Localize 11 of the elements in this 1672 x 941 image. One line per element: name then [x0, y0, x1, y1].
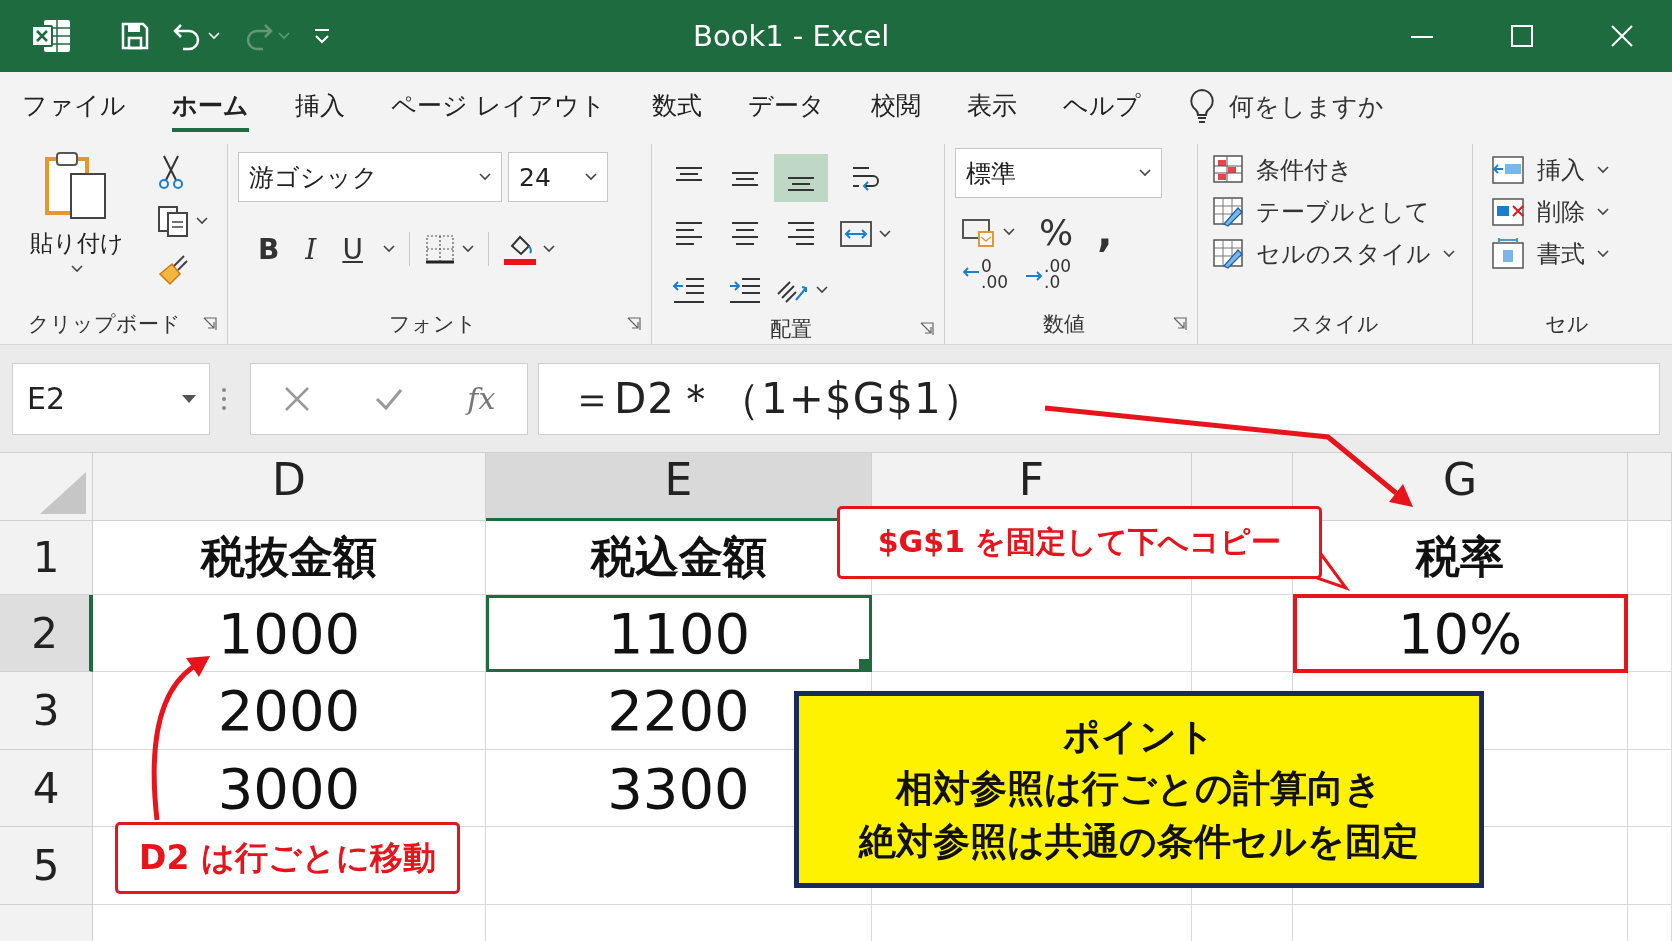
- note-text: 相対参照は行ごとの計算向き: [896, 768, 1382, 811]
- group-label: クリップボード: [27, 311, 182, 338]
- group-label: フォント: [387, 311, 478, 338]
- group-label: 数値: [1042, 311, 1086, 338]
- group-label: スタイル: [1290, 311, 1380, 338]
- callout-tooltip: $G$1 を固定して下へコピー: [837, 506, 1322, 579]
- group-label: 配置: [769, 316, 813, 343]
- note-title: ポイント: [1063, 715, 1215, 759]
- window-title: Book1 - Excel: [693, 19, 890, 53]
- group-label: セル: [1543, 311, 1590, 338]
- label-tooltip: D2 は行ごとに移動: [115, 822, 460, 894]
